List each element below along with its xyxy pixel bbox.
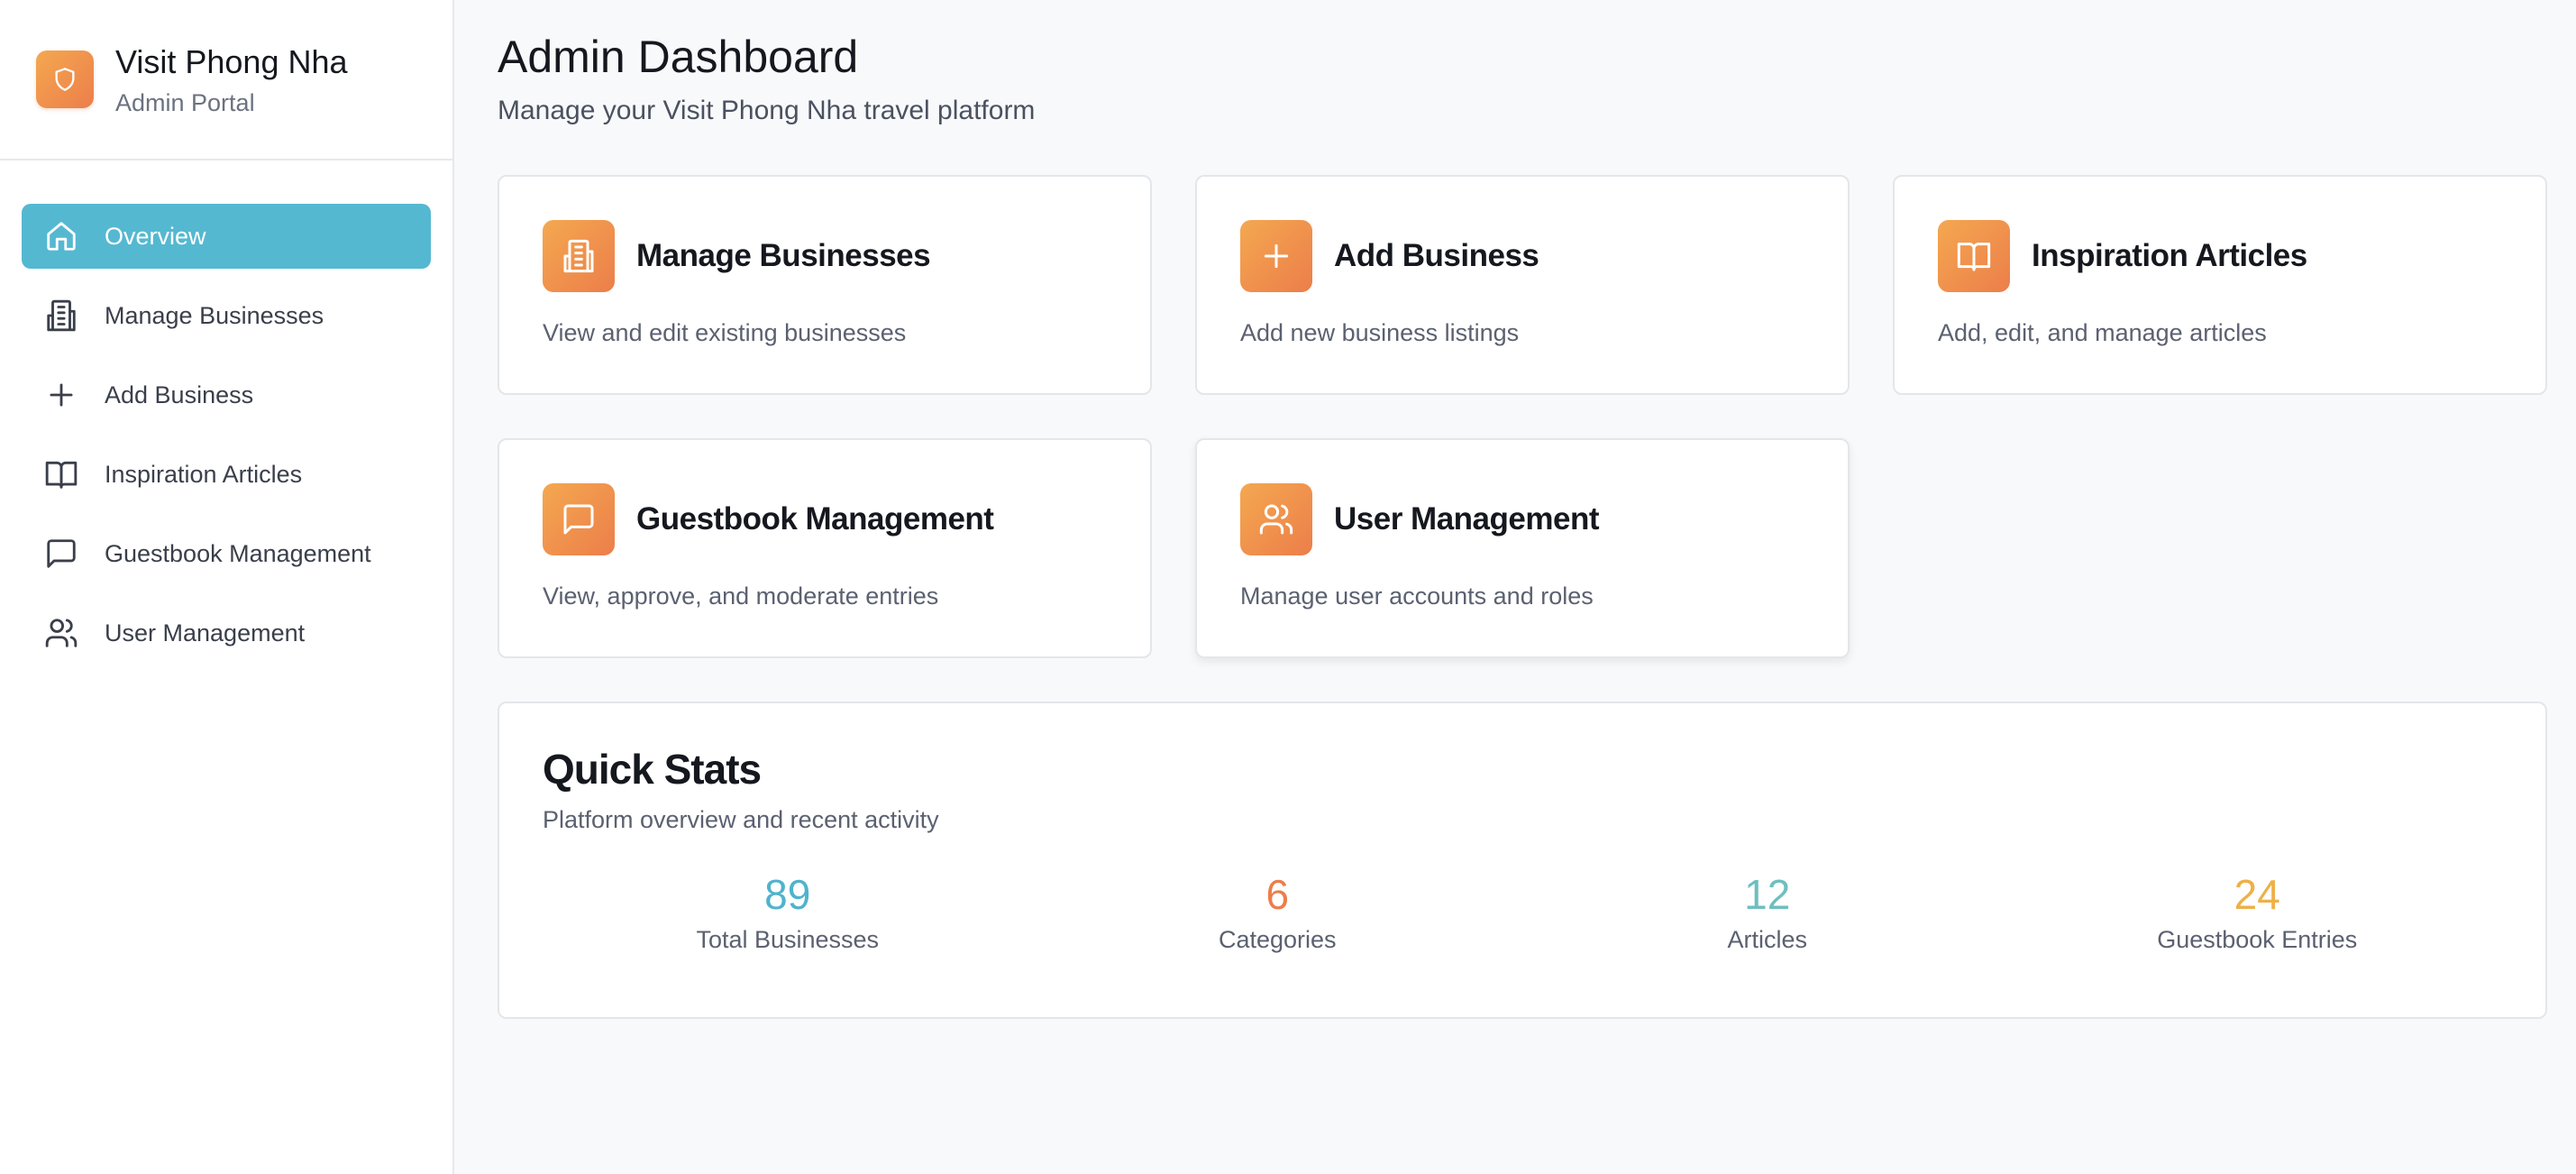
- users-icon: [43, 615, 79, 651]
- building-icon: [43, 298, 79, 334]
- card-description: View and edit existing businesses: [543, 319, 907, 346]
- stat-guestbook-entries: 24 Guestbook Entries: [2013, 870, 2503, 954]
- sidebar-item-label: Inspiration Articles: [105, 460, 303, 488]
- card-title: User Management: [1334, 501, 1599, 537]
- card-description: Manage user accounts and roles: [1240, 582, 1594, 610]
- stat-value: 89: [764, 871, 811, 918]
- card-manage-businesses[interactable]: Manage Businesses View and edit existing…: [498, 175, 1152, 395]
- sidebar-item-user-management[interactable]: User Management: [22, 601, 431, 665]
- brand-header: Visit Phong Nha Admin Portal: [0, 0, 452, 161]
- stat-total-businesses: 89 Total Businesses: [543, 870, 1033, 954]
- card-description: Add, edit, and manage articles: [1938, 319, 2267, 346]
- page-title: Admin Dashboard: [498, 32, 859, 82]
- stat-value: 12: [1744, 871, 1791, 918]
- stat-label: Articles: [1727, 926, 1807, 953]
- quick-stats-subtitle: Platform overview and recent activity: [543, 806, 939, 833]
- card-title: Guestbook Management: [636, 501, 994, 537]
- stat-label: Categories: [1218, 926, 1337, 953]
- message-icon: [543, 483, 615, 555]
- message-icon: [43, 536, 79, 572]
- shield-icon: [36, 50, 94, 108]
- card-add-business[interactable]: Add Business Add new business listings: [1195, 175, 1850, 395]
- sidebar: Visit Phong Nha Admin Portal Overview Ma…: [0, 0, 454, 1174]
- sidebar-item-manage-businesses[interactable]: Manage Businesses: [22, 283, 431, 348]
- quick-stats-title: Quick Stats: [543, 746, 762, 793]
- sidebar-item-label: Manage Businesses: [105, 301, 324, 329]
- sidebar-item-guestbook-management[interactable]: Guestbook Management: [22, 521, 431, 586]
- card-description: View, approve, and moderate entries: [543, 582, 939, 610]
- action-cards: Manage Businesses View and edit existing…: [498, 175, 2547, 658]
- card-guestbook-management[interactable]: Guestbook Management View, approve, and …: [498, 438, 1152, 658]
- sidebar-item-label: Guestbook Management: [105, 539, 371, 567]
- card-title: Manage Businesses: [636, 238, 931, 273]
- plus-icon: [43, 377, 79, 413]
- card-title: Add Business: [1334, 238, 1539, 273]
- stat-value: 24: [2233, 871, 2280, 918]
- stat-value: 6: [1265, 871, 1290, 918]
- sidebar-nav: Overview Manage Businesses Add Business …: [0, 161, 452, 665]
- brand-title: Visit Phong Nha: [115, 42, 348, 80]
- sidebar-item-inspiration-articles[interactable]: Inspiration Articles: [22, 442, 431, 507]
- sidebar-item-overview[interactable]: Overview: [22, 204, 431, 269]
- sidebar-item-label: Overview: [105, 222, 206, 250]
- stat-label: Total Businesses: [696, 926, 880, 953]
- building-icon: [543, 220, 615, 292]
- brand-subtitle: Admin Portal: [115, 88, 255, 116]
- card-inspiration-articles[interactable]: Inspiration Articles Add, edit, and mana…: [1893, 175, 2547, 395]
- stats-row: 89 Total Businesses 6 Categories 12 Arti…: [543, 870, 2502, 954]
- book-icon: [1938, 220, 2010, 292]
- page-subtitle: Manage your Visit Phong Nha travel platf…: [498, 96, 1036, 125]
- sidebar-item-label: Add Business: [105, 381, 254, 408]
- plus-icon: [1240, 220, 1312, 292]
- sidebar-item-label: User Management: [105, 619, 306, 647]
- users-icon: [1240, 483, 1312, 555]
- card-title: Inspiration Articles: [2032, 238, 2307, 273]
- book-icon: [43, 456, 79, 492]
- stat-articles: 12 Articles: [1522, 870, 2013, 954]
- card-user-management[interactable]: User Management Manage user accounts and…: [1195, 438, 1850, 658]
- card-description: Add new business listings: [1240, 319, 1520, 346]
- home-icon: [43, 218, 79, 254]
- stat-label: Guestbook Entries: [2157, 926, 2358, 953]
- sidebar-item-add-business[interactable]: Add Business: [22, 362, 431, 427]
- stat-categories: 6 Categories: [1033, 870, 1523, 954]
- app-root: Visit Phong Nha Admin Portal Overview Ma…: [0, 0, 2576, 1174]
- quick-stats-panel: Quick Stats Platform overview and recent…: [498, 702, 2547, 1019]
- main-content: Admin Dashboard Manage your Visit Phong …: [454, 0, 2576, 1174]
